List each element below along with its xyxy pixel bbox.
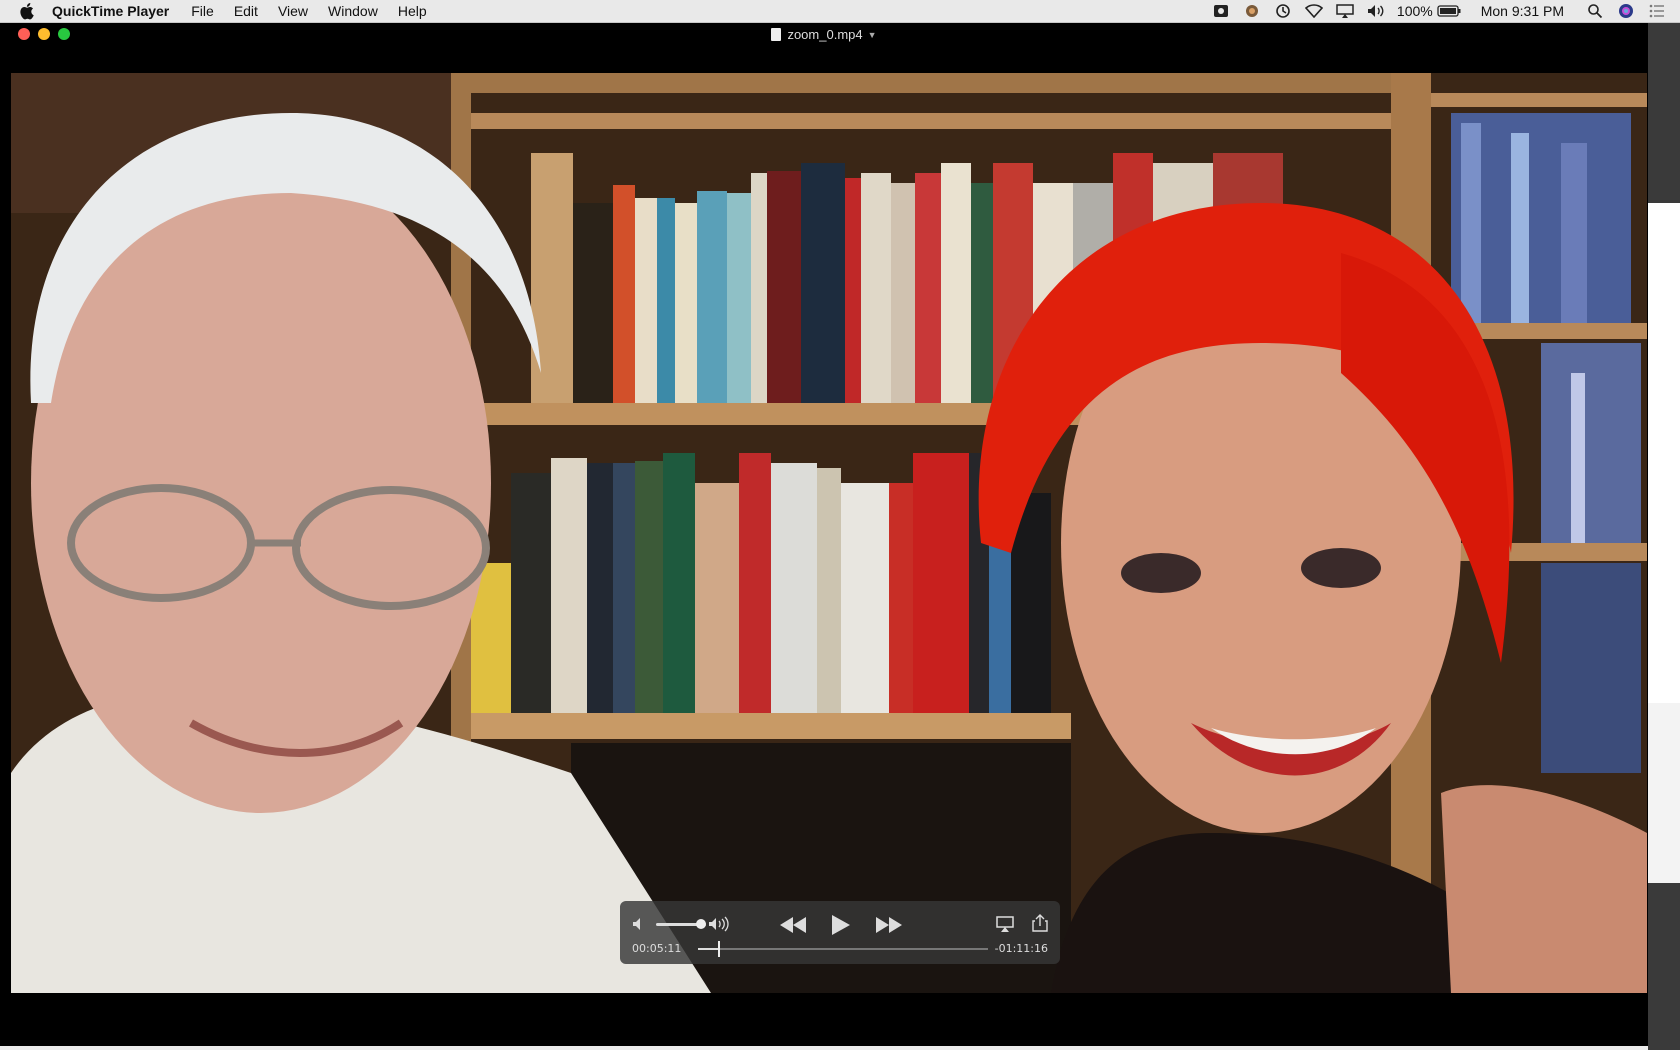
menu-help[interactable]: Help (398, 3, 427, 19)
background-panel-lower (1648, 703, 1680, 883)
window-title-area[interactable]: zoom_0.mp4 ▼ (0, 26, 1648, 42)
play-icon[interactable] (828, 913, 852, 937)
scrubber-playhead[interactable] (718, 941, 720, 957)
volume-slider-track[interactable] (656, 923, 701, 926)
menu-extras: 100% Mon 9:31 PM (1199, 0, 1680, 22)
window-titlebar[interactable]: zoom_0.mp4 ▼ (0, 23, 1648, 45)
siri-icon[interactable] (1617, 3, 1635, 19)
chevron-down-icon[interactable]: ▼ (868, 30, 877, 40)
background-panel (1648, 203, 1680, 723)
volume-slider-knob[interactable] (696, 919, 706, 929)
time-machine-icon[interactable] (1274, 3, 1292, 19)
scrubber-track[interactable] (698, 948, 988, 950)
video-frame[interactable]: 00:05:11 -01:11:16 (11, 73, 1647, 993)
battery-icon[interactable] (1437, 3, 1461, 19)
quicktime-window: zoom_0.mp4 ▼ 00:05:11 -01:11:16 (0, 23, 1648, 1050)
wifi-icon[interactable] (1304, 3, 1323, 19)
fast-forward-icon[interactable] (874, 915, 904, 935)
share-icon[interactable] (1032, 914, 1048, 932)
airplay-icon[interactable] (996, 916, 1014, 932)
movie-file-icon (771, 28, 782, 42)
menu-file[interactable]: File (191, 3, 214, 19)
rewind-icon[interactable] (778, 915, 808, 935)
volume-low-icon[interactable] (632, 917, 648, 931)
menu-edit[interactable]: Edit (234, 3, 258, 19)
current-time: 00:05:11 (632, 942, 682, 955)
remaining-time: -01:11:16 (994, 942, 1048, 955)
notification-center-icon[interactable] (1648, 3, 1666, 19)
menu-app-name[interactable]: QuickTime Player (52, 3, 169, 19)
menu-view[interactable]: View (278, 3, 308, 19)
menu-window[interactable]: Window (328, 3, 378, 19)
spotlight-search-icon[interactable] (1586, 3, 1604, 19)
screen-record-icon[interactable] (1212, 3, 1230, 19)
airplay-display-icon[interactable] (1336, 3, 1354, 19)
window-title: zoom_0.mp4 (787, 27, 863, 43)
menu-clock[interactable]: Mon 9:31 PM (1481, 3, 1564, 19)
volume-icon[interactable] (1367, 3, 1385, 19)
menu-bar: QuickTime Player File Edit View Window H… (0, 0, 1680, 23)
battery-percent[interactable]: 100% (1397, 3, 1433, 19)
video-image (11, 73, 1647, 993)
background-window-edge (1648, 23, 1680, 1050)
volume-high-icon[interactable] (708, 916, 730, 932)
playback-controls: 00:05:11 -01:11:16 (620, 901, 1060, 964)
background-desktop-strip (0, 1046, 1648, 1050)
scrubber-progress (698, 948, 718, 950)
app-helper-icon[interactable] (1243, 3, 1261, 19)
apple-icon[interactable] (18, 1, 38, 21)
